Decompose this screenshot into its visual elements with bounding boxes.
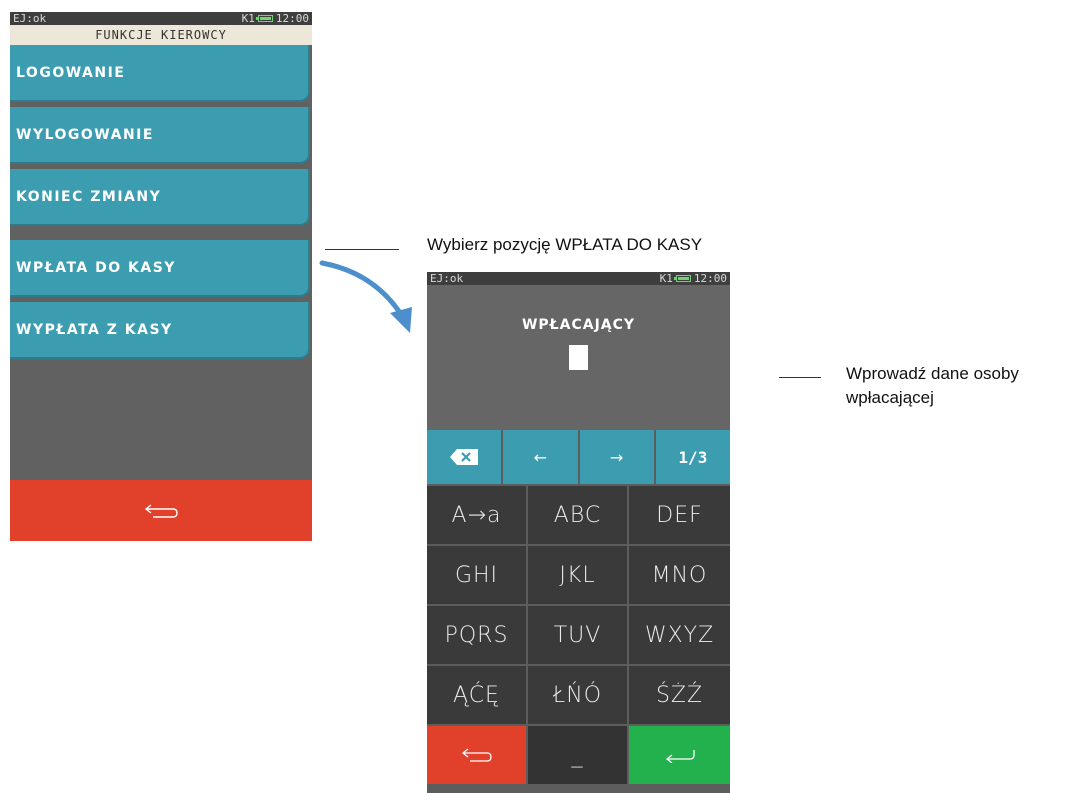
keypad: A→a ABC DEF GHI JKL MNO PQRS TUV WXYZ ĄĆ… xyxy=(427,486,730,784)
space-key[interactable]: _ xyxy=(528,726,627,784)
driver-functions-screen: EJ:ok K1 12:00 FUNKCJE KIEROWCY LOGOWANI… xyxy=(10,12,312,541)
clock: 12:00 xyxy=(275,12,309,25)
key-case-toggle[interactable]: A→a xyxy=(427,486,526,544)
backspace-icon xyxy=(450,449,479,465)
key-ghi[interactable]: GHI xyxy=(427,546,526,604)
cursor-right-button[interactable]: → xyxy=(579,430,656,484)
key-ace[interactable]: ĄĆĘ xyxy=(427,666,526,724)
menu-item-wyplata-z-kasy[interactable]: WYPŁATA Z KASY xyxy=(10,302,310,359)
status-bar: EJ:ok K1 12:00 xyxy=(427,272,730,285)
menu-item-wylogowanie[interactable]: WYLOGOWANIE xyxy=(10,107,310,164)
status-bar: EJ:ok K1 12:00 xyxy=(10,12,312,25)
back-arrow-icon xyxy=(144,503,178,518)
keyboard-indicator: K1 xyxy=(659,272,673,285)
battery-icon xyxy=(673,275,691,282)
edit-toolbar: ← → 1/3 xyxy=(427,430,730,484)
keyboard-page-button[interactable]: 1/3 xyxy=(655,430,730,484)
enter-arrow-icon xyxy=(665,750,695,763)
caption-step2: Wprowadź dane osoby wpłacającej xyxy=(846,362,1019,410)
key-lno[interactable]: ŁŃÓ xyxy=(528,666,627,724)
clock: 12:00 xyxy=(693,272,727,285)
backspace-button[interactable] xyxy=(427,430,504,484)
key-abc[interactable]: ABC xyxy=(528,486,627,544)
text-cursor xyxy=(569,345,588,370)
caption-step1: Wybierz pozycję WPŁATA DO KASY xyxy=(427,235,703,254)
caption-step2-line1: Wprowadź dane osoby xyxy=(846,364,1019,383)
status-right: K1 12:00 xyxy=(660,272,727,285)
enter-button[interactable] xyxy=(629,726,730,784)
menu-item-koniec-zmiany[interactable]: KONIEC ZMIANY xyxy=(10,169,310,226)
back-button[interactable] xyxy=(427,726,526,784)
key-jkl[interactable]: JKL xyxy=(528,546,627,604)
key-tuv[interactable]: TUV xyxy=(528,606,627,664)
text-input-area[interactable]: WPŁACAJĄCY xyxy=(427,285,730,430)
key-def[interactable]: DEF xyxy=(629,486,730,544)
key-mno[interactable]: MNO xyxy=(629,546,730,604)
entry-label: WPŁACAJĄCY xyxy=(521,317,636,333)
key-szz[interactable]: ŚŻŹ xyxy=(629,666,730,724)
caption-step2-line2: wpłacającej xyxy=(846,388,934,407)
menu-item-logowanie[interactable]: LOGOWANIE xyxy=(10,45,310,102)
menu-title: FUNKCJE KIEROWCY xyxy=(10,25,312,45)
caption-leader-line xyxy=(325,249,399,250)
payer-entry-screen: EJ:ok K1 12:00 WPŁACAJĄCY ← → 1/3 A→a AB… xyxy=(427,272,730,793)
back-arrow-icon xyxy=(461,748,492,762)
ej-status: EJ:ok xyxy=(430,272,464,285)
cursor-left-button[interactable]: ← xyxy=(503,430,580,484)
curved-arrow-icon xyxy=(319,260,412,333)
caption-leader-line xyxy=(779,377,821,378)
key-wxyz[interactable]: WXYZ xyxy=(629,606,730,664)
menu-item-wplata-do-kasy[interactable]: WPŁATA DO KASY xyxy=(10,240,310,297)
status-right: K1 12:00 xyxy=(242,12,309,25)
back-button[interactable] xyxy=(10,480,312,541)
ej-status: EJ:ok xyxy=(13,12,47,25)
battery-icon xyxy=(255,15,273,22)
key-pqrs[interactable]: PQRS xyxy=(427,606,526,664)
keyboard-indicator: K1 xyxy=(241,12,255,25)
